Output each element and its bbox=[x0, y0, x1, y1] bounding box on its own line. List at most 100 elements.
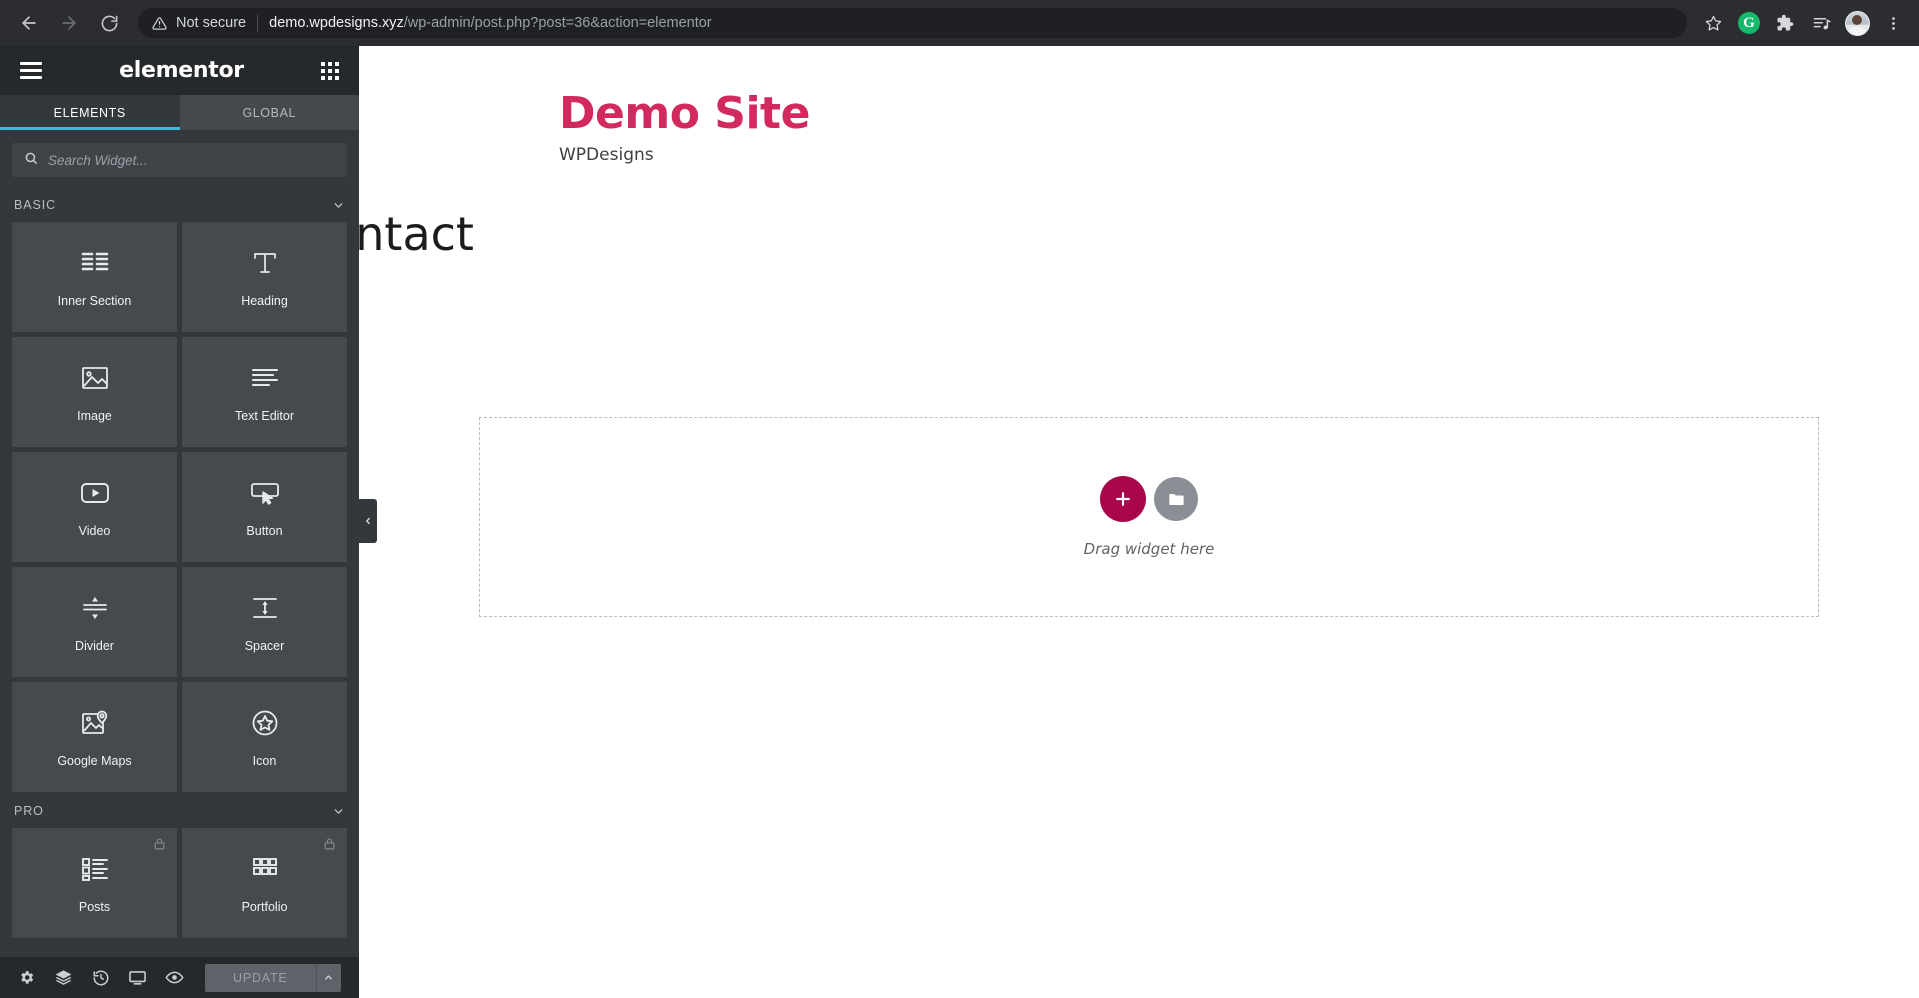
search-row bbox=[0, 130, 359, 186]
spacer-icon bbox=[251, 591, 279, 625]
settings-gear-icon[interactable] bbox=[10, 963, 43, 993]
category-pro-label: PRO bbox=[14, 804, 44, 818]
widget-posts[interactable]: Posts bbox=[12, 828, 177, 938]
widget-inner-section[interactable]: Inner Section bbox=[12, 222, 177, 332]
widget-image[interactable]: Image bbox=[12, 337, 177, 447]
browser-toolbar: Not secure demo.wpdesigns.xyz/wp-admin/p… bbox=[0, 0, 1919, 46]
url-text: demo.wpdesigns.xyz/wp-admin/post.php?pos… bbox=[269, 15, 712, 31]
update-button[interactable]: UPDATE bbox=[205, 963, 316, 992]
search-input[interactable] bbox=[48, 152, 335, 168]
text-lines-icon bbox=[251, 361, 279, 395]
save-options-caret-icon[interactable] bbox=[315, 963, 341, 992]
preview-eye-icon[interactable] bbox=[158, 963, 191, 993]
navigator-layers-icon[interactable] bbox=[47, 963, 80, 993]
search-widget-box[interactable] bbox=[12, 143, 347, 177]
browser-menu-icon[interactable] bbox=[1877, 7, 1909, 39]
widget-icon[interactable]: Icon bbox=[182, 682, 347, 792]
widget-label: Text Editor bbox=[234, 409, 295, 423]
widget-label: Button bbox=[246, 524, 283, 538]
search-icon bbox=[24, 151, 38, 170]
widget-label: Divider bbox=[75, 639, 114, 653]
url-path: /wp-admin/post.php?post=36&action=elemen… bbox=[403, 15, 712, 31]
grammarly-badge: G bbox=[1738, 12, 1760, 34]
widget-label: Inner Section bbox=[57, 294, 132, 308]
category-header-basic[interactable]: BASIC bbox=[0, 186, 359, 222]
tab-elements[interactable]: ELEMENTS bbox=[0, 95, 180, 130]
category-basic-label: BASIC bbox=[14, 198, 57, 212]
site-preview-canvas[interactable]: Demo Site WPDesigns Contact Drag widget … bbox=[359, 46, 1919, 998]
widget-video[interactable]: Video bbox=[12, 452, 177, 562]
not-secure-warning-icon bbox=[152, 16, 167, 31]
widget-spacer[interactable]: Spacer bbox=[182, 567, 347, 677]
widget-button[interactable]: Button bbox=[182, 452, 347, 562]
elementor-logo: elementor bbox=[119, 58, 244, 83]
tab-elements-label: ELEMENTS bbox=[53, 105, 126, 120]
update-button-group: UPDATE bbox=[205, 963, 341, 992]
widget-divider[interactable]: Divider bbox=[12, 567, 177, 677]
tab-global-label: GLOBAL bbox=[242, 105, 297, 120]
panel-tabs: ELEMENTS GLOBAL bbox=[0, 95, 359, 130]
image-icon bbox=[81, 361, 109, 395]
divider-icon bbox=[81, 591, 109, 625]
dropzone-hint: Drag widget here bbox=[1083, 540, 1215, 558]
responsive-monitor-icon[interactable] bbox=[121, 963, 154, 993]
site-header: Demo Site WPDesigns bbox=[359, 46, 1919, 165]
forward-button[interactable] bbox=[50, 4, 88, 42]
chevron-down-icon bbox=[332, 805, 345, 818]
editor-stage: Demo Site WPDesigns Contact Drag widget … bbox=[0, 46, 1919, 998]
panel-footer-toolbar: UPDATE bbox=[0, 957, 359, 998]
button-cursor-icon bbox=[250, 476, 280, 510]
widget-label: Image bbox=[77, 409, 112, 423]
reload-button[interactable] bbox=[90, 4, 128, 42]
reading-list-icon[interactable] bbox=[1805, 7, 1837, 39]
widget-grid-pro: Posts Portfolio bbox=[0, 828, 359, 938]
widget-text-editor[interactable]: Text Editor bbox=[182, 337, 347, 447]
heading-t-icon bbox=[251, 246, 279, 280]
security-status-text: Not secure bbox=[176, 15, 247, 31]
panel-header: elementor bbox=[0, 46, 359, 95]
history-clock-icon[interactable] bbox=[84, 963, 117, 993]
hamburger-menu-icon[interactable] bbox=[20, 62, 42, 79]
widget-label: Google Maps bbox=[57, 754, 132, 768]
address-bar[interactable]: Not secure demo.wpdesigns.xyz/wp-admin/p… bbox=[138, 8, 1687, 38]
posts-list-icon bbox=[80, 852, 110, 886]
category-header-pro[interactable]: PRO bbox=[0, 792, 359, 828]
browser-actions: G bbox=[1697, 7, 1909, 39]
apps-grid-icon[interactable] bbox=[320, 61, 339, 80]
profile-avatar[interactable] bbox=[1841, 7, 1873, 39]
columns-icon bbox=[80, 246, 110, 280]
back-button[interactable] bbox=[10, 4, 48, 42]
site-tagline: WPDesigns bbox=[559, 145, 654, 165]
widget-google-maps[interactable]: Google Maps bbox=[12, 682, 177, 792]
star-circle-icon bbox=[251, 706, 279, 740]
extensions-puzzle-icon[interactable] bbox=[1769, 7, 1801, 39]
widget-heading[interactable]: Heading bbox=[182, 222, 347, 332]
add-section-button[interactable] bbox=[1100, 476, 1146, 522]
grammarly-extension-icon[interactable]: G bbox=[1733, 7, 1765, 39]
widget-label: Spacer bbox=[244, 639, 285, 653]
tab-global[interactable]: GLOBAL bbox=[179, 95, 359, 130]
widget-label: Heading bbox=[241, 294, 288, 308]
site-title: Demo Site bbox=[559, 88, 810, 139]
panel-collapse-handle[interactable] bbox=[359, 499, 377, 543]
widget-list[interactable]: BASIC Inner Section Heading Image Text E… bbox=[0, 186, 359, 957]
url-host: demo.wpdesigns.xyz bbox=[269, 15, 404, 31]
lock-icon bbox=[153, 837, 166, 856]
widget-label: Portfolio bbox=[241, 900, 288, 914]
avatar-image bbox=[1844, 10, 1870, 36]
add-template-folder-icon[interactable] bbox=[1154, 477, 1198, 521]
widget-label: Posts bbox=[78, 900, 111, 914]
map-pin-icon bbox=[80, 706, 110, 740]
widget-dropzone[interactable]: Drag widget here bbox=[479, 417, 1819, 617]
widget-portfolio[interactable]: Portfolio bbox=[182, 828, 347, 938]
video-play-icon bbox=[80, 476, 110, 510]
page-title: Contact bbox=[359, 207, 474, 261]
portfolio-grid-icon bbox=[251, 852, 279, 886]
bookmark-star-icon[interactable] bbox=[1697, 7, 1729, 39]
lock-icon bbox=[323, 837, 336, 856]
omnibox-divider bbox=[257, 14, 259, 32]
elementor-panel: elementor ELEMENTS GLOBAL Search Widget.… bbox=[0, 46, 359, 998]
widget-label: Icon bbox=[252, 754, 277, 768]
widget-label: Video bbox=[78, 524, 111, 538]
widget-grid-basic: Inner Section Heading Image Text Editor … bbox=[0, 222, 359, 792]
